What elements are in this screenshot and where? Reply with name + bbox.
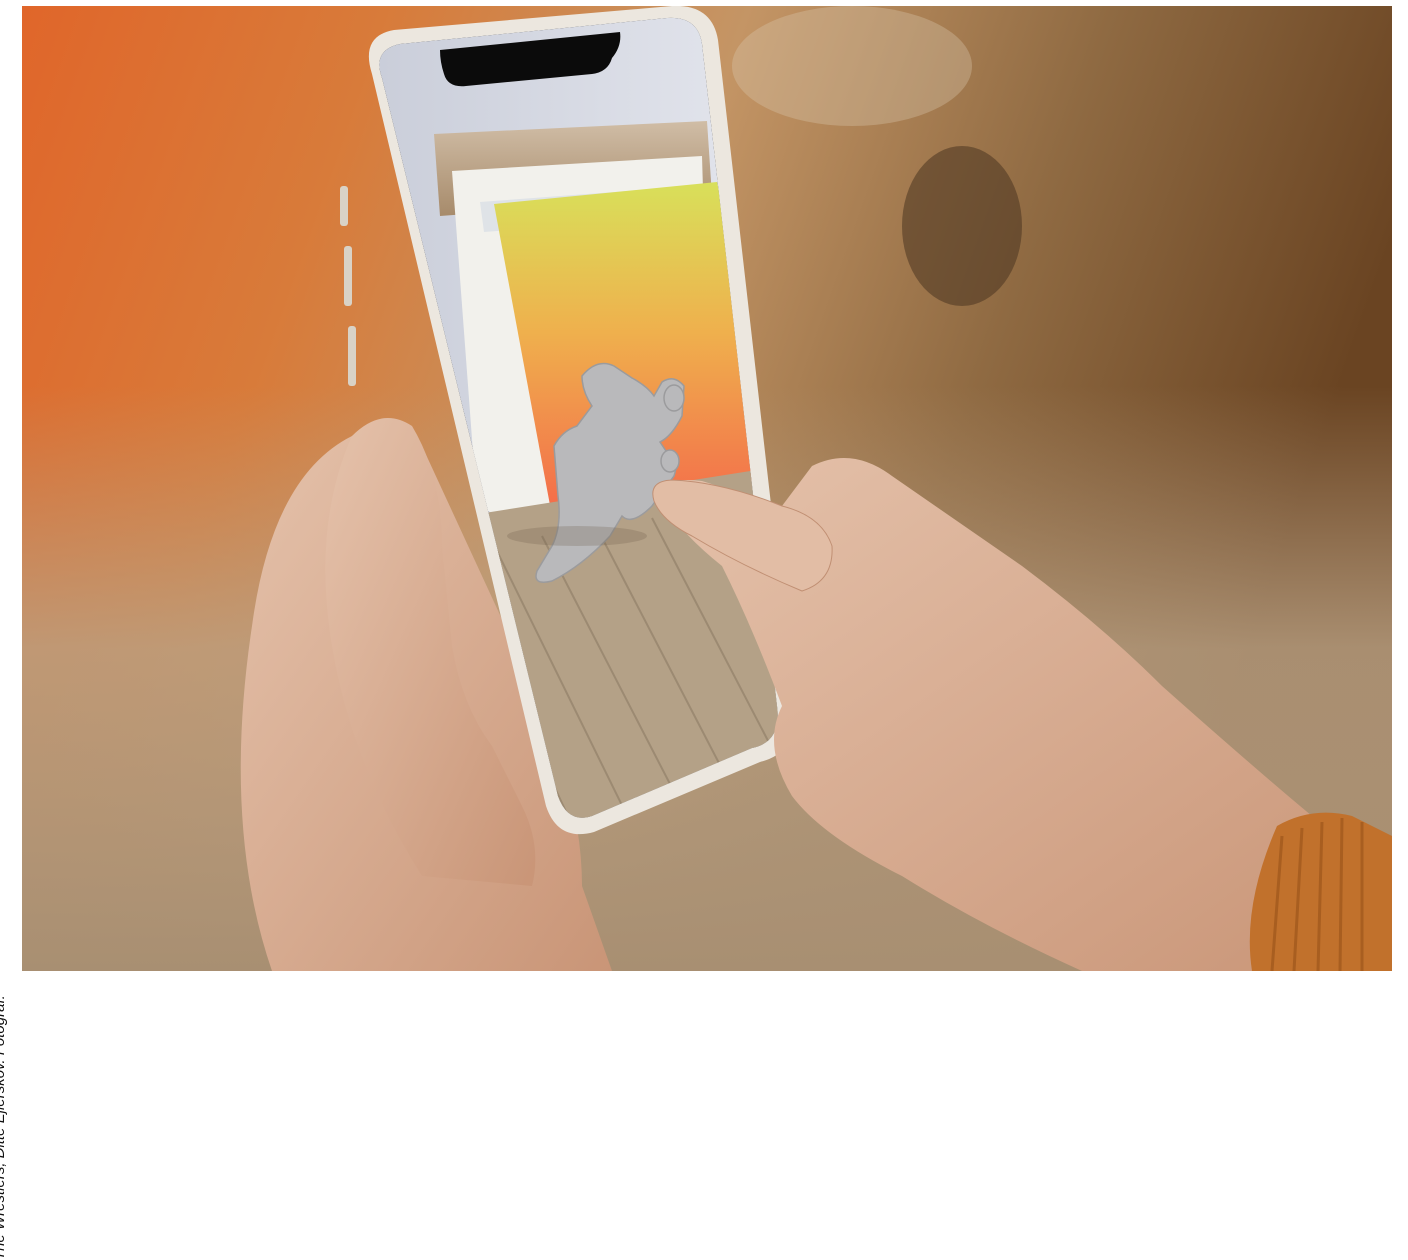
photo-credit-text: The Wrestlers, Ditte Ejlerskov. Fotograf… (0, 995, 8, 1260)
photo-hands-holding-phone (22, 6, 1392, 971)
photo-credit-caption: The Wrestlers, Ditte Ejlerskov. Fotograf… (0, 0, 20, 1260)
